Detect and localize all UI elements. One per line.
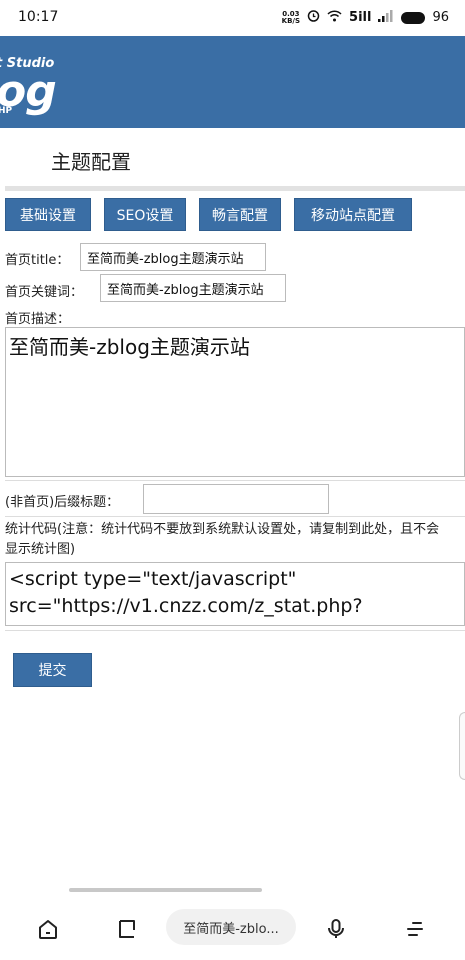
title-divider (5, 186, 465, 191)
wifi-icon (327, 9, 342, 26)
tabs-icon[interactable] (112, 914, 142, 944)
status-time: 10:17 (18, 9, 59, 25)
address-bar[interactable]: 至简而美-zblo... (166, 909, 296, 945)
home-description-textarea[interactable]: 至简而美-zblog主题演示站 (5, 327, 465, 477)
site-header: t Studio og HP (0, 36, 465, 128)
home-icon[interactable] (33, 914, 63, 944)
page-title: 主题配置 (51, 150, 131, 174)
suffix-title-label: (非首页)后缀标题： (5, 495, 120, 510)
home-keywords-input[interactable]: 至简而美-zblog主题演示站 (100, 274, 286, 302)
battery-level: 96 (432, 10, 449, 25)
home-title-label: 首页title： (5, 253, 70, 268)
tab-seo-settings[interactable]: SEO设置 (104, 198, 186, 231)
logo-sub: HP (0, 106, 13, 116)
settings-tabs: 基础设置 SEO设置 畅言配置 移动站点配置 (5, 198, 425, 231)
divider (5, 516, 465, 517)
menu-icon[interactable] (400, 914, 430, 944)
divider (5, 630, 465, 631)
stats-code-label: 统计代码(注意：统计代码不要放到系统默认设置处，请复制到此处，且不会显示统计图) (5, 522, 440, 557)
cell-signal-icon (378, 9, 394, 26)
home-title-input[interactable]: 至简而美-zblog主题演示站 (80, 243, 266, 271)
stats-code-textarea[interactable]: <script type="text/javascript" src="http… (5, 562, 465, 626)
alarm-icon (307, 9, 320, 26)
home-keywords-label: 首页关键词： (5, 285, 84, 300)
battery-icon (401, 11, 426, 24)
tab-mobile-site-config[interactable]: 移动站点配置 (294, 198, 412, 231)
scroll-indicator (69, 888, 262, 892)
submit-button[interactable]: 提交 (13, 653, 92, 687)
tab-basic-settings[interactable]: 基础设置 (5, 198, 91, 231)
tab-changyan-config[interactable]: 畅言配置 (199, 198, 281, 231)
status-icons: 0.03 KB/S 5ill 96 (282, 9, 449, 26)
network-speed: 0.03 KB/S (281, 9, 301, 25)
home-description-label: 首页描述： (5, 312, 71, 327)
cell-signal-label: 5ill (349, 10, 372, 25)
suffix-title-input[interactable] (143, 484, 329, 514)
microphone-icon[interactable] (321, 914, 351, 944)
divider (5, 480, 465, 481)
side-drawer-handle[interactable] (459, 712, 465, 780)
status-bar: 10:17 0.03 KB/S 5ill 96 (0, 0, 465, 36)
